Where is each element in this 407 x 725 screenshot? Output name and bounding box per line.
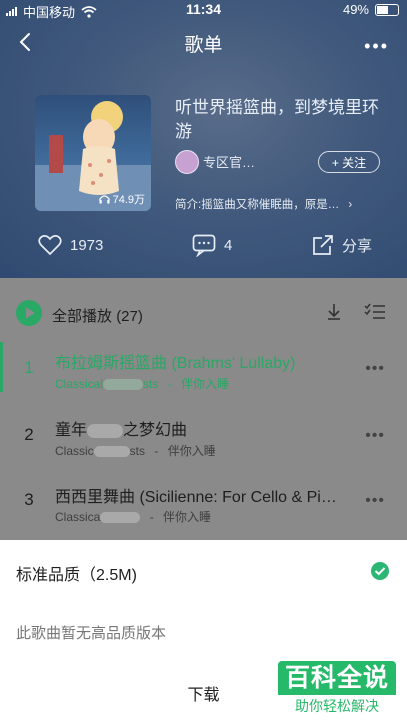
check-icon [371,562,389,580]
playlist-cover[interactable]: 74.9万 [35,95,151,211]
status-right: 49% [343,2,399,17]
song-tag: 伴你入睡 [167,444,216,458]
blur-mask [87,423,124,438]
avatar[interactable] [175,150,199,174]
song-title: 童年 之梦幻曲 [55,416,187,440]
playlist-title: 听世界摇篮曲，到梦境里环游 [175,98,379,141]
play-all-icon[interactable] [16,300,42,326]
song-number: 2 [24,425,34,444]
blur-mask [103,379,144,391]
share-icon [313,235,333,255]
song-title-tail: 之梦幻曲 [123,422,188,439]
song-number: 3 [24,490,34,509]
status-bar: 中国移动 11:34 49% [0,0,407,20]
battery-percent: 49% [342,2,369,17]
song-artist: Classic [55,444,94,458]
song-more-icon[interactable]: ••• [365,360,385,378]
comment-button[interactable]: 4 [192,234,232,257]
song-meta: Classical sts - 伴你入睡 [55,377,230,391]
blur-mask [93,446,130,458]
song-more-icon[interactable]: ••• [365,427,385,445]
song-number: 1 [24,358,34,377]
song-artist-tail: sts [143,377,159,391]
song-row[interactable]: 3 西西里舞曲 (Sicilienne: For Cello & Pi… Cla… [0,480,407,538]
song-artist-tail: sts [129,444,146,458]
play-all-label: 全部播放 [52,308,113,325]
play-all-button[interactable]: 全部播放 (27) [52,305,143,326]
follow-button[interactable]: + 关注 [318,151,380,173]
comment-count: 4 [224,237,233,254]
comment-icon [192,234,216,257]
battery-icon [375,3,399,16]
like-count: 1973 [70,236,104,254]
headphones-icon [98,195,110,204]
song-artist: Classical [55,377,104,391]
song-more-icon[interactable]: ••• [365,492,385,510]
song-title-head: 童年 [55,422,88,439]
like-button[interactable]: 1973 [38,234,103,256]
chevron-right-icon: › [348,199,353,211]
creator-name[interactable]: 专区官… [203,152,255,171]
song-title: 布拉姆斯摇篮曲 (Brahms' Lullaby) [55,355,296,372]
play-all-count: (27) [116,308,143,325]
watermark-logo: 百科全说 助你轻松解决 [278,661,396,718]
watermark-main: 百科全说 [278,661,396,695]
song-row[interactable]: 1 布拉姆斯摇篮曲 (Brahms' Lullaby) Classical sts… [0,342,407,400]
song-meta: Classica - 伴你入睡 [55,510,212,524]
heart-icon [38,235,62,256]
watermark-sub: 助你轻松解决 [278,695,396,718]
more-icon[interactable]: ••• [364,36,389,57]
play-count: 74.9万 [98,191,145,207]
share-button[interactable]: 分享 [312,234,372,256]
play-count-value: 74.9万 [112,194,145,206]
multi-select-icon[interactable] [364,302,386,322]
song-title: 西西里舞曲 (Sicilienne: For Cello & Pi… [55,489,337,506]
song-meta: Classic sts - 伴你入睡 [55,444,216,458]
song-tag: 伴你入睡 [181,377,230,391]
page-title: 歌单 [184,35,223,56]
share-label: 分享 [342,237,373,255]
download-icon[interactable] [324,302,344,322]
no-high-quality-note: 此歌曲暂无高品质版本 [16,625,167,642]
song-row[interactable]: 2 童年 之梦幻曲 Classic sts - 伴你入睡 ••• [0,415,407,473]
song-tag: 伴你入睡 [163,510,212,524]
blur-mask [100,512,141,524]
playlist-intro[interactable]: 简介:摇篮曲又称催眠曲，原是… › [175,196,380,212]
song-artist: Classica [55,510,101,524]
intro-text: 简介:摇篮曲又称催眠曲，原是… [175,199,340,211]
quality-option-standard[interactable]: 标准品质（2.5M) [16,561,137,585]
